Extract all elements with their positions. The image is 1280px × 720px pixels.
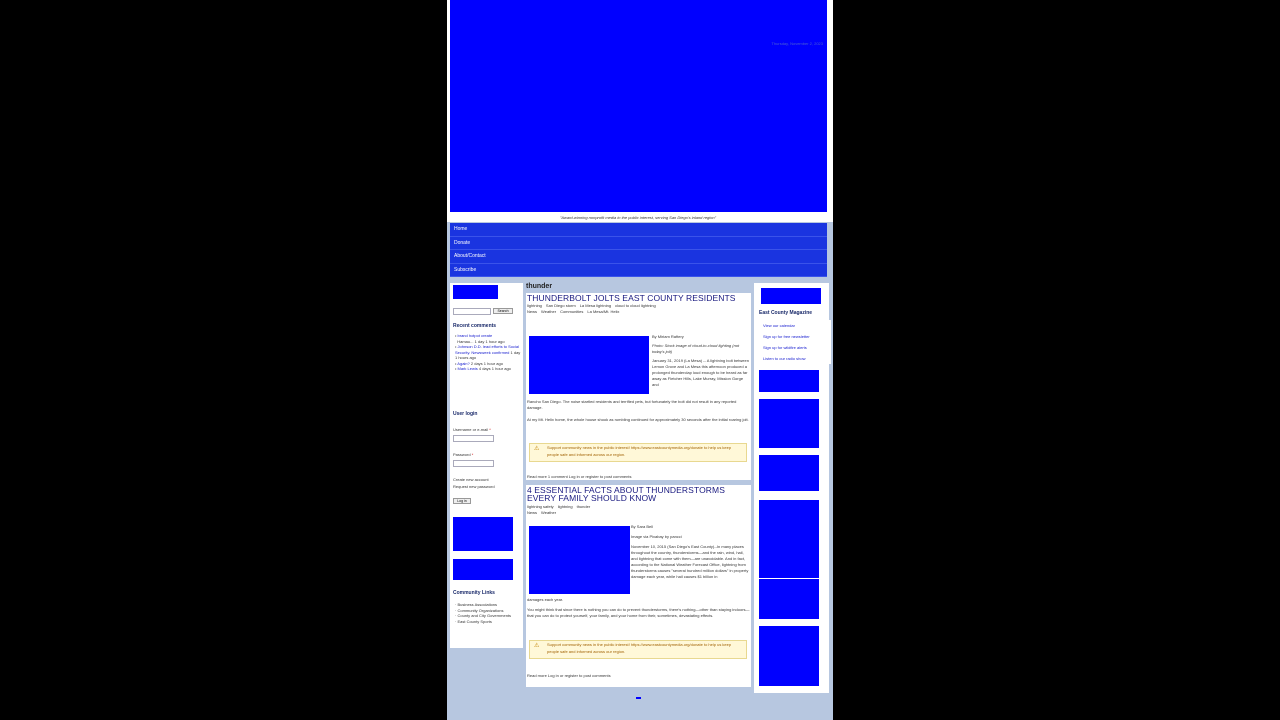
tag-link[interactable]: lightning <box>527 303 542 308</box>
article-text: January 31, 2019 (La Mesa) -- A lightnin… <box>652 358 749 387</box>
article-card: THUNDERBOLT JOLTS EAST COUNTY RESIDENTS … <box>526 293 751 480</box>
article-categories: News Weather <box>527 510 750 516</box>
article-image[interactable] <box>529 336 649 394</box>
calendar-link[interactable]: View our calendar <box>757 320 831 331</box>
page: Thursday, November 2, 2023 "Award-winnin… <box>447 0 833 720</box>
sidebar-logo-image[interactable] <box>453 285 498 299</box>
category-link[interactable]: News <box>527 510 537 515</box>
nav-donate[interactable]: Donate <box>450 237 827 250</box>
tag-link[interactable]: lightning <box>558 504 573 509</box>
newsletter-signup-link[interactable]: Sign up for free newsletter <box>757 331 831 342</box>
article-categories: News Weather Communities La Mesa/Mt. Helix <box>527 309 750 315</box>
comment-meta: 2 days 1 hour ago <box>470 360 503 366</box>
tag-link[interactable]: cloud to cloud lightning <box>615 303 656 308</box>
section-title: thunder <box>526 283 553 290</box>
article-intro: By Miriam Raftery Photo: Stock image of … <box>652 334 750 388</box>
nav-home[interactable]: Home <box>450 223 827 237</box>
community-links-title: Community Links <box>453 590 495 596</box>
support-notice: ⚠ Support community news in the public i… <box>529 640 747 659</box>
main-nav: Home Donate About/Contact Subscribe <box>450 223 827 277</box>
recent-comments-title: Recent comments <box>453 323 497 329</box>
article-card: 4 ESSENTIAL FACTS ABOUT THUNDERSTORMS EV… <box>526 485 751 687</box>
tag-link[interactable]: lightning safety <box>527 504 554 509</box>
left-sidebar: Search Recent comments • brand hotpot cr… <box>450 283 523 648</box>
article-byline: By Sara Bell <box>631 524 654 529</box>
nav-about-contact[interactable]: About/Contact <box>450 250 827 264</box>
user-login-title: User login <box>453 411 478 417</box>
sidebar-ad-image[interactable] <box>759 399 819 448</box>
radio-show-link[interactable]: Listen to our radio show <box>757 353 831 364</box>
header-banner-image[interactable] <box>450 0 827 212</box>
community-link-sports[interactable]: · East County Sports <box>455 619 519 625</box>
magazine-title: East County Magazine <box>759 310 813 316</box>
magazine-logo-image[interactable] <box>761 288 821 304</box>
comment-link[interactable]: Again? <box>457 361 469 366</box>
header-date: Thursday, November 2, 2023 <box>771 41 823 46</box>
search-input[interactable] <box>453 308 491 315</box>
warning-icon: ⚠ <box>534 643 540 649</box>
recent-comments-list: • brand hotpot create Hamau... 1 day 1 h… <box>455 333 521 372</box>
tag-link[interactable]: San Diego storm <box>546 303 576 308</box>
warning-icon: ⚠ <box>534 446 540 452</box>
article-title[interactable]: 4 ESSENTIAL FACTS ABOUT THUNDERSTORMS EV… <box>527 486 750 503</box>
wildfire-alerts-link[interactable]: Sign up for wildfire alerts <box>757 342 831 353</box>
category-link[interactable]: News <box>527 309 537 314</box>
article-image[interactable] <box>529 526 630 594</box>
request-password-link[interactable]: Request new password <box>453 484 495 490</box>
comment-item: • brand hotpot create Hamau... 1 day 1 h… <box>455 333 505 344</box>
image-caption: Photo: Stock image of cloud-to-cloud lig… <box>652 343 740 354</box>
search-button[interactable]: Search <box>493 308 513 314</box>
category-link[interactable]: La Mesa/Mt. Helix <box>587 309 619 314</box>
password-label: Password * <box>453 452 474 457</box>
sidebar-ad-image[interactable] <box>453 517 513 551</box>
article-intro: By Sara Bell Image via Pixabay by pancci… <box>631 524 750 580</box>
comment-link[interactable]: Mark Lewis <box>458 366 478 371</box>
article-text: damages each year. <box>527 597 564 602</box>
category-link[interactable]: Weather <box>541 309 556 314</box>
comment-link[interactable]: Johnson D.D. lead efforts to Social Secu… <box>455 344 519 355</box>
sidebar-ad-image[interactable] <box>759 579 819 619</box>
article-text: You might think that since there is noth… <box>527 607 750 618</box>
article-footer-links[interactable]: Read more 1 comment Log in or register t… <box>527 474 632 480</box>
site-tagline: "Award-winning nonprofit media in the pu… <box>447 214 829 222</box>
category-link[interactable]: Communities <box>560 309 583 314</box>
username-label: Username or e-mail * <box>453 427 491 432</box>
community-links-list: · Business Associations · Community Orga… <box>455 602 519 624</box>
comment-meta: 4 days 1 hour ago <box>478 366 511 371</box>
article-text: November 10, 2015 (San Diego's East Coun… <box>631 544 749 579</box>
image-caption: Image via Pixabay by pancci <box>631 534 682 539</box>
category-link[interactable]: Weather <box>541 510 556 515</box>
article-text: Rancho San Diego. The noise startled res… <box>527 399 737 410</box>
comment-link[interactable]: brand hotpot create <box>458 333 493 338</box>
sidebar-ad-image[interactable] <box>453 559 513 580</box>
username-field[interactable] <box>453 435 494 442</box>
sidebar-ad-image[interactable] <box>759 370 819 392</box>
create-account-link[interactable]: Create new account <box>453 477 489 483</box>
article-byline: By Miriam Raftery <box>652 334 684 339</box>
nav-subscribe[interactable]: Subscribe <box>450 264 827 277</box>
magazine-links: View our calendar Sign up for free newsl… <box>757 320 831 364</box>
sidebar-ad-image[interactable] <box>759 500 819 578</box>
login-button[interactable]: Log in <box>453 498 471 504</box>
support-notice: ⚠ Support community news in the public i… <box>529 443 747 462</box>
comment-item: • Mark Lewis 4 days 1 hour ago <box>455 366 511 371</box>
pager-indicator[interactable] <box>636 697 641 699</box>
password-field[interactable] <box>453 460 494 467</box>
right-sidebar: East County Magazine View our calendar S… <box>754 283 831 693</box>
comment-meta: Hamau... 1 day 1 hour ago <box>457 338 505 344</box>
article-footer-links[interactable]: Read more Log in or register to post com… <box>527 673 611 679</box>
article-title[interactable]: THUNDERBOLT JOLTS EAST COUNTY RESIDENTS <box>527 294 750 303</box>
sidebar-ad-image[interactable] <box>759 455 819 491</box>
article-text: At my Mt. Helix home, the whole house sh… <box>527 417 749 422</box>
tag-link[interactable]: thunder <box>577 504 591 509</box>
sidebar-ad-image[interactable] <box>759 626 819 686</box>
tag-link[interactable]: La Mesa lightning <box>580 303 611 308</box>
comment-item: • Johnson D.D. lead efforts to Social Se… <box>455 344 521 360</box>
